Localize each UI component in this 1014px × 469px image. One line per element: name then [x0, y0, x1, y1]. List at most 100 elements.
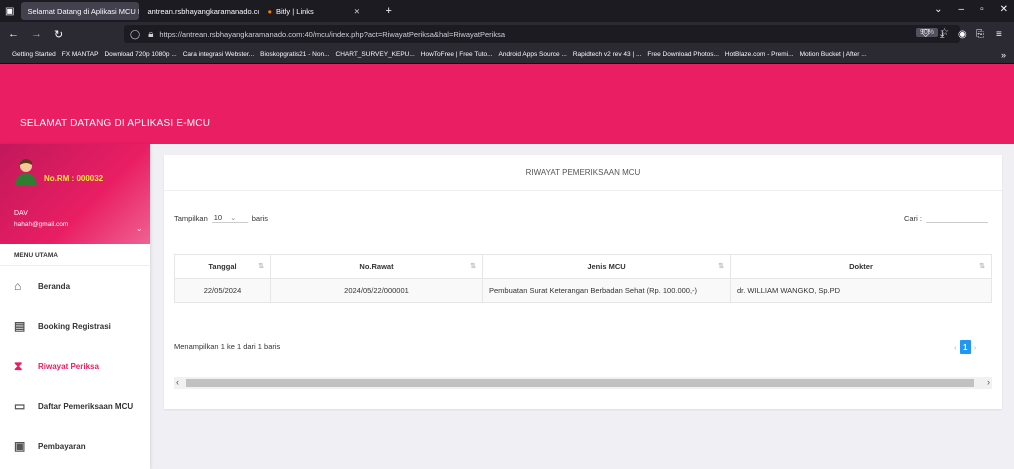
tab-2[interactable]: antrean.rsbhayangkaramanado.com✕: [141, 2, 259, 20]
bitly-icon: ●: [267, 6, 272, 16]
close-icon[interactable]: ✕: [354, 7, 360, 16]
window-controls: ⌄ – ▫ ✕: [934, 4, 1008, 15]
sidebar-item-label: Pembayaran: [38, 441, 86, 451]
horizontal-scrollbar[interactable]: ‹ ›: [174, 377, 992, 389]
length-suffix: baris: [251, 213, 269, 223]
table-info: Menampilkan 1 ke 1 dari 1 baris: [174, 342, 281, 351]
back-icon[interactable]: ←: [8, 28, 19, 40]
next-page-icon[interactable]: ›: [974, 343, 977, 352]
sidebar-item-label: Booking Registrasi: [38, 321, 111, 331]
bookmark-item[interactable]: Getting Started: [12, 51, 56, 58]
user-email: hahah@gmail.com: [14, 221, 69, 228]
scroll-left-icon[interactable]: ‹: [176, 377, 179, 387]
close-window-icon[interactable]: ✕: [1000, 4, 1008, 15]
cell-dokter: dr. WILLIAM WANGKO, Sp.PD: [730, 278, 992, 303]
table-header-row: Tanggal ⇅ No.Rawat ⇅ Jenis MCU ⇅ Dokter ⇅: [174, 254, 992, 279]
bookmark-item[interactable]: HowToFree | Free Tuto...: [421, 51, 493, 58]
bookmark-item[interactable]: Motion Bucket | After ...: [800, 51, 867, 58]
card-icon: ▣: [14, 439, 26, 453]
home-icon: ⌂: [14, 279, 22, 293]
restore-icon[interactable]: ▫: [980, 4, 984, 15]
bookmark-item[interactable]: Android Apps Source ...: [499, 51, 567, 58]
account-icon[interactable]: ◉: [958, 29, 967, 40]
prev-page-icon[interactable]: ‹: [954, 343, 957, 352]
bookmark-item[interactable]: Rapidtech v2 rev 43 | ...: [573, 51, 642, 58]
page-button[interactable]: 1: [959, 340, 971, 354]
pagination: ‹ 1 ›: [954, 340, 976, 354]
bookmark-item[interactable]: CHART_SURVEY_KEPU...: [336, 51, 415, 58]
scroll-right-icon[interactable]: ›: [987, 377, 990, 387]
sidebar-item-label: Beranda: [38, 281, 71, 291]
bookmark-item[interactable]: Free Download Photos...: [647, 51, 719, 58]
lock-icon: 🔒︎: [148, 28, 154, 40]
bookmark-item[interactable]: HotBlaze.com - Premi...: [725, 51, 794, 58]
column-norawat[interactable]: No.Rawat ⇅: [270, 254, 483, 279]
app-title: SELAMAT DATANG DI APLIKASI E-MCU: [20, 118, 211, 129]
sidebar-item-label: Riwayat Periksa: [38, 361, 99, 371]
bookmarks-bar: Getting Started FX MANTAP Download 720p …: [0, 46, 1014, 64]
cell-jenis-mcu: Pembuatan Surat Keterangan Berbadan Seha…: [482, 278, 731, 303]
new-tab-icon[interactable]: +: [385, 5, 391, 17]
search-input[interactable]: [925, 213, 988, 223]
avatar: [15, 159, 37, 186]
sidebar-item-beranda[interactable]: ⌂ Beranda: [0, 266, 150, 306]
user-name: DAV: [14, 210, 28, 217]
bookmark-item[interactable]: FX MANTAP: [62, 51, 99, 58]
table-row[interactable]: 22/05/2024 2024/05/22/000001 Pembuatan S…: [174, 278, 992, 303]
bookmark-item[interactable]: Bioskopgratis21 - Non...: [260, 51, 329, 58]
length-value: 10: [213, 213, 223, 222]
sidebar-item-booking[interactable]: ▤ Booking Registrasi: [0, 306, 150, 346]
history-table: Tanggal ⇅ No.Rawat ⇅ Jenis MCU ⇅ Dokter ⇅ 22…: [174, 254, 992, 303]
scrollbar-thumb[interactable]: [186, 379, 974, 387]
search-label: Cari :: [904, 213, 922, 223]
reload-icon[interactable]: ↻: [54, 28, 63, 41]
download-icon[interactable]: ⤓: [940, 29, 944, 40]
chevron-down-icon[interactable]: ⌄: [136, 224, 143, 233]
sidebar-item-pembayaran[interactable]: ▣ Pembayaran: [0, 426, 150, 466]
url-text: https://antrean.rsbhayangkaramanado.com:…: [159, 29, 506, 39]
medical-record-number: No.RM : 000032: [44, 174, 104, 183]
column-tanggal[interactable]: Tanggal ⇅: [174, 254, 271, 279]
sidebar-item-riwayat[interactable]: ⧗ Riwayat Periksa: [0, 346, 150, 386]
length-prefix: Tampilkan: [174, 213, 208, 223]
browser-navbar: ← → ↻ ◯ 🔒︎ https://antrean.rsbhayangkara…: [0, 22, 1014, 46]
card-title: RIWAYAT PEMERIKSAAN MCU: [164, 155, 1002, 191]
hourglass-icon: ⧗: [14, 358, 23, 373]
monitor-icon: ▭: [14, 399, 26, 413]
user-info: No.RM : 000032 DAV hahah@gmail.com ⌄: [0, 144, 150, 244]
address-bar[interactable]: ◯ 🔒︎ https://antrean.rsbhayangkaramanado…: [124, 25, 960, 43]
chevron-down-icon: ⌄: [230, 213, 237, 222]
tab-active[interactable]: Selamat Datang di Aplikasi MCU RS✕: [21, 2, 140, 20]
forward-icon[interactable]: →: [31, 28, 42, 40]
column-label: Dokter: [849, 262, 873, 271]
search-control: Cari :: [904, 213, 988, 223]
column-jenis-mcu[interactable]: Jenis MCU ⇅: [482, 254, 731, 279]
shield-icon: ◯: [130, 28, 141, 39]
tab-label: antrean.rsbhayangkaramanado.com: [147, 6, 260, 16]
length-control: Tampilkan 10 ⌄ baris: [174, 213, 268, 223]
minimize-icon[interactable]: –: [959, 4, 965, 15]
sort-icon: ⇅: [979, 263, 985, 270]
sidebar: No.RM : 000032 DAV hahah@gmail.com ⌄ MEN…: [0, 144, 150, 469]
book-icon: ▤: [14, 319, 26, 333]
column-dokter[interactable]: Dokter ⇅: [730, 254, 992, 279]
bookmark-item[interactable]: Cara integrasi Webster...: [183, 51, 254, 58]
app-header: [0, 88, 1014, 144]
menu-icon[interactable]: ≡: [996, 29, 1002, 40]
app-header-band: [0, 64, 1014, 88]
tab-3[interactable]: ● Bitly | Links ✕: [261, 2, 379, 20]
bookmarks-overflow-icon[interactable]: »: [1001, 50, 1006, 60]
sort-icon: ⇅: [718, 263, 724, 270]
bookmark-item[interactable]: Download 720p 1080p ...: [104, 51, 176, 58]
column-label: No.Rawat: [359, 262, 394, 271]
menu-header: MENU UTAMA: [0, 244, 150, 266]
sort-icon: ⇅: [470, 263, 476, 270]
tab-list-icon[interactable]: ▣: [0, 6, 19, 17]
length-select[interactable]: 10 ⌄: [211, 213, 248, 223]
tab-label: Bitly | Links: [275, 6, 314, 16]
extensions-icon[interactable]: ⎘: [976, 29, 984, 40]
chevron-down-icon[interactable]: ⌄: [934, 4, 942, 15]
sidebar-item-daftar[interactable]: ▭ Daftar Pemeriksaan MCU: [0, 386, 150, 426]
pocket-icon[interactable]: ⛉: [922, 29, 930, 40]
column-label: Jenis MCU: [587, 262, 626, 271]
